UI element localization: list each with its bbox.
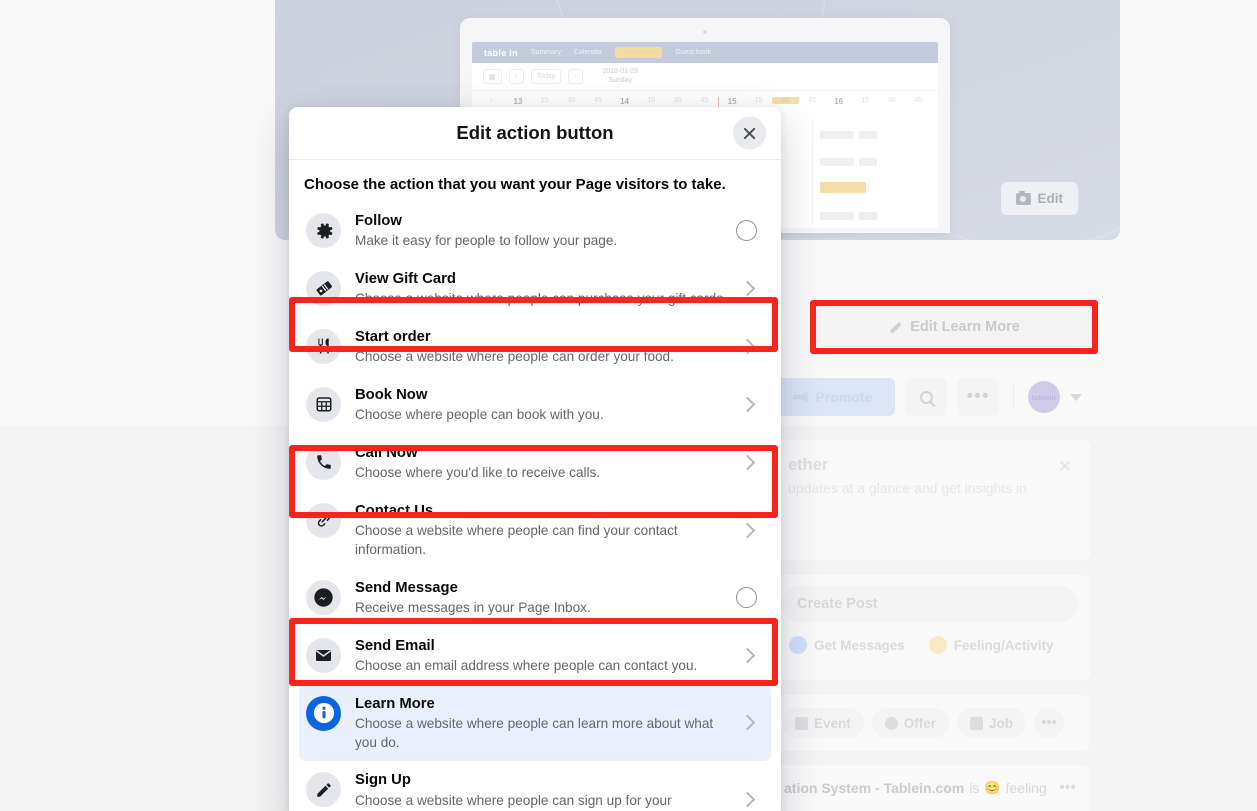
- chevron-right-icon[interactable]: [739, 522, 756, 539]
- dialog-title: Edit action button: [456, 122, 614, 143]
- action-option-description: Choose where people can book with you.: [355, 407, 604, 423]
- action-option-text: Start order Choose a website where people…: [355, 327, 728, 367]
- action-option-follow[interactable]: Follow Make it easy for people to follow …: [299, 202, 771, 260]
- action-option-title: Follow: [355, 213, 402, 229]
- link-icon: [306, 502, 341, 538]
- chevron-right-icon[interactable]: [739, 397, 756, 413]
- action-option-list: Follow Make it easy for people to follow …: [289, 202, 781, 811]
- action-option-text: Follow Make it easy for people to follow …: [355, 211, 722, 251]
- action-option-text: Book Now Choose where people can book wit…: [355, 385, 728, 425]
- chevron-right-icon[interactable]: [739, 647, 756, 664]
- action-option-send-email[interactable]: Send Email Choose an email address where …: [299, 627, 771, 685]
- action-option-send-message[interactable]: Send Message Receive messages in your Pag…: [299, 569, 771, 627]
- action-option-contact-us[interactable]: Contact Us Choose a website where people …: [299, 492, 771, 569]
- action-option-sign-up[interactable]: Sign Up Choose a website where people can…: [299, 761, 771, 811]
- action-option-call-now[interactable]: Call Now Choose where you'd like to recei…: [299, 434, 771, 492]
- action-option-title: Send Message: [355, 579, 458, 596]
- info-icon: [306, 695, 341, 731]
- envelope-icon: [306, 637, 341, 673]
- action-option-radio[interactable]: [736, 587, 757, 609]
- chevron-right-icon[interactable]: [739, 455, 756, 471]
- dialog-header: Edit action button: [289, 107, 781, 160]
- fork-knife-icon: [306, 328, 341, 364]
- action-option-description: Choose a website where people can learn …: [355, 715, 714, 750]
- pencil-icon: [306, 772, 341, 808]
- action-option-title: Send Email: [355, 637, 435, 654]
- action-option-title: Learn More: [355, 695, 435, 712]
- action-option-description: Make it easy for people to follow your p…: [355, 233, 618, 249]
- action-option-text: View Gift Card Choose a website where peo…: [355, 269, 728, 309]
- action-option-description: Choose where you'd like to receive calls…: [355, 465, 601, 481]
- action-option-text: Contact Us Choose a website where people …: [355, 501, 728, 560]
- action-option-title: Book Now: [355, 386, 428, 403]
- dialog-subtitle: Choose the action that you want your Pag…: [304, 176, 726, 193]
- action-option-description: Choose an email address where people can…: [355, 657, 698, 673]
- action-option-text: Sign Up Choose a website where people can…: [355, 770, 728, 811]
- close-button[interactable]: [733, 116, 766, 150]
- screen: table in Summary Calendar Floor plan Gue…: [0, 0, 1257, 811]
- action-option-title: Contact Us: [355, 502, 434, 519]
- close-icon: [742, 126, 757, 141]
- gift-card-icon: [306, 270, 341, 306]
- action-option-description: Choose a website where people can find y…: [355, 523, 678, 557]
- action-option-description: Choose a website where people can sign u…: [355, 792, 672, 808]
- action-option-text: Send Email Choose an email address where …: [355, 636, 728, 676]
- action-option-description: Choose a website where people can order …: [355, 349, 674, 365]
- action-option-description: Choose a website where people can purcha…: [355, 291, 727, 307]
- action-option-book-now[interactable]: Book Now Choose where people can book wit…: [299, 376, 771, 434]
- action-option-title: View Gift Card: [355, 270, 456, 287]
- gear-icon: [306, 213, 341, 248]
- chevron-right-icon[interactable]: [739, 791, 756, 808]
- action-option-text: Send Message Receive messages in your Pag…: [355, 578, 722, 618]
- action-option-title: Sign Up: [355, 772, 411, 789]
- chevron-right-icon[interactable]: [739, 339, 756, 355]
- calendar-icon: [306, 386, 341, 422]
- action-option-view-gift-card[interactable]: View Gift Card Choose a website where peo…: [299, 260, 771, 318]
- action-option-description: Receive messages in your Page Inbox.: [355, 599, 591, 615]
- chevron-right-icon[interactable]: [739, 715, 756, 731]
- phone-icon: [306, 444, 341, 480]
- action-option-title: Call Now: [355, 444, 418, 461]
- action-option-radio[interactable]: [736, 220, 757, 242]
- edit-action-button-dialog: Edit action button Choose the action tha…: [289, 107, 781, 811]
- action-option-title: Start order: [355, 328, 431, 345]
- action-option-text: Call Now Choose where you'd like to recei…: [355, 443, 728, 483]
- action-option-text: Learn More Choose a website where people …: [355, 694, 728, 753]
- action-option-start-order[interactable]: Start order Choose a website where people…: [299, 318, 771, 376]
- action-option-learn-more[interactable]: Learn More Choose a website where people …: [299, 684, 771, 762]
- messenger-icon: [306, 579, 341, 615]
- chevron-right-icon[interactable]: [739, 281, 756, 297]
